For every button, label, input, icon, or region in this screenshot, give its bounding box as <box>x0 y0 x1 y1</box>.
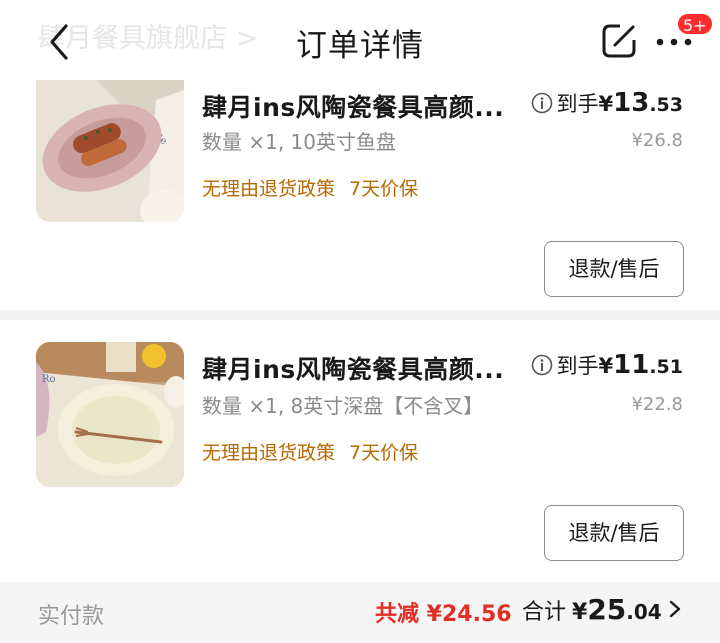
share-button[interactable] <box>600 22 638 60</box>
info-icon[interactable] <box>531 354 553 376</box>
notification-badge: 5+ <box>676 12 714 36</box>
paid-label: 实付款 <box>38 604 105 629</box>
price-decimal: .51 <box>649 356 683 378</box>
service-tags: 无理由退货政策 7天价保 <box>202 174 432 201</box>
payment-summary[interactable]: 实付款 共减 ¥24.56 合计 ¥ 25 .04 <box>0 582 720 643</box>
total-label: 合计 <box>522 600 567 625</box>
product-image-fish-plate: de <box>36 80 184 222</box>
svg-text:Ro: Ro <box>42 374 56 385</box>
product-spec: 数量 ×1, 10英寸鱼盘 <box>202 130 397 154</box>
price-integer: 13 <box>613 88 650 118</box>
price-label: 到手 <box>556 92 599 116</box>
product-image[interactable]: de <box>36 80 184 222</box>
price-received: 到手 ¥ 13 .53 <box>531 88 683 118</box>
total-integer: 25 <box>587 593 627 626</box>
header-bar: 肆月餐具旗舰店 > 订单详情 5+ <box>0 0 720 80</box>
price-currency: ¥ <box>598 354 614 378</box>
original-price: ¥26.8 <box>631 130 683 151</box>
share-icon <box>602 24 636 58</box>
tag-price-protect: 7天价保 <box>349 178 419 200</box>
product-image[interactable]: Ro <box>36 342 184 487</box>
tag-price-protect: 7天价保 <box>349 442 419 464</box>
refund-aftersale-button[interactable]: 退款/售后 <box>544 241 684 297</box>
price-integer: 11 <box>613 350 650 380</box>
price-currency: ¥ <box>598 92 614 116</box>
tag-no-reason-return: 无理由退货政策 <box>202 442 336 464</box>
product-image-deep-plate: Ro <box>36 342 184 487</box>
tag-no-reason-return: 无理由退货政策 <box>202 178 336 200</box>
total-currency: ¥ <box>572 600 588 625</box>
product-title[interactable]: 肆月ins风陶瓷餐具高颜... <box>202 350 504 386</box>
price-received: 到手 ¥ 11 .51 <box>531 350 683 380</box>
original-price: ¥22.8 <box>631 394 683 415</box>
chevron-right-icon <box>669 600 680 618</box>
total-amount[interactable]: 合计 ¥ 25 .04 <box>522 593 682 626</box>
info-icon[interactable] <box>531 92 553 114</box>
product-title[interactable]: 肆月ins风陶瓷餐具高颜... <box>202 88 504 124</box>
total-decimal: .04 <box>626 600 662 624</box>
price-label: 到手 <box>556 354 599 378</box>
savings-amount: 共减 ¥24.56 <box>375 602 512 627</box>
price-decimal: .53 <box>649 94 683 116</box>
product-spec: 数量 ×1, 8英寸深盘【不含叉】 <box>202 394 484 418</box>
order-item-card[interactable]: de 肆月ins风陶瓷餐具高颜... 到手 ¥ 13 .53 数量 ×1, 10… <box>0 80 720 310</box>
refund-aftersale-button[interactable]: 退款/售后 <box>544 505 684 561</box>
service-tags: 无理由退货政策 7天价保 <box>202 438 432 465</box>
order-item-card[interactable]: Ro 肆月ins风陶瓷餐具高颜... 到手 ¥ 11 .51 数量 ×1, 8英… <box>0 320 720 582</box>
